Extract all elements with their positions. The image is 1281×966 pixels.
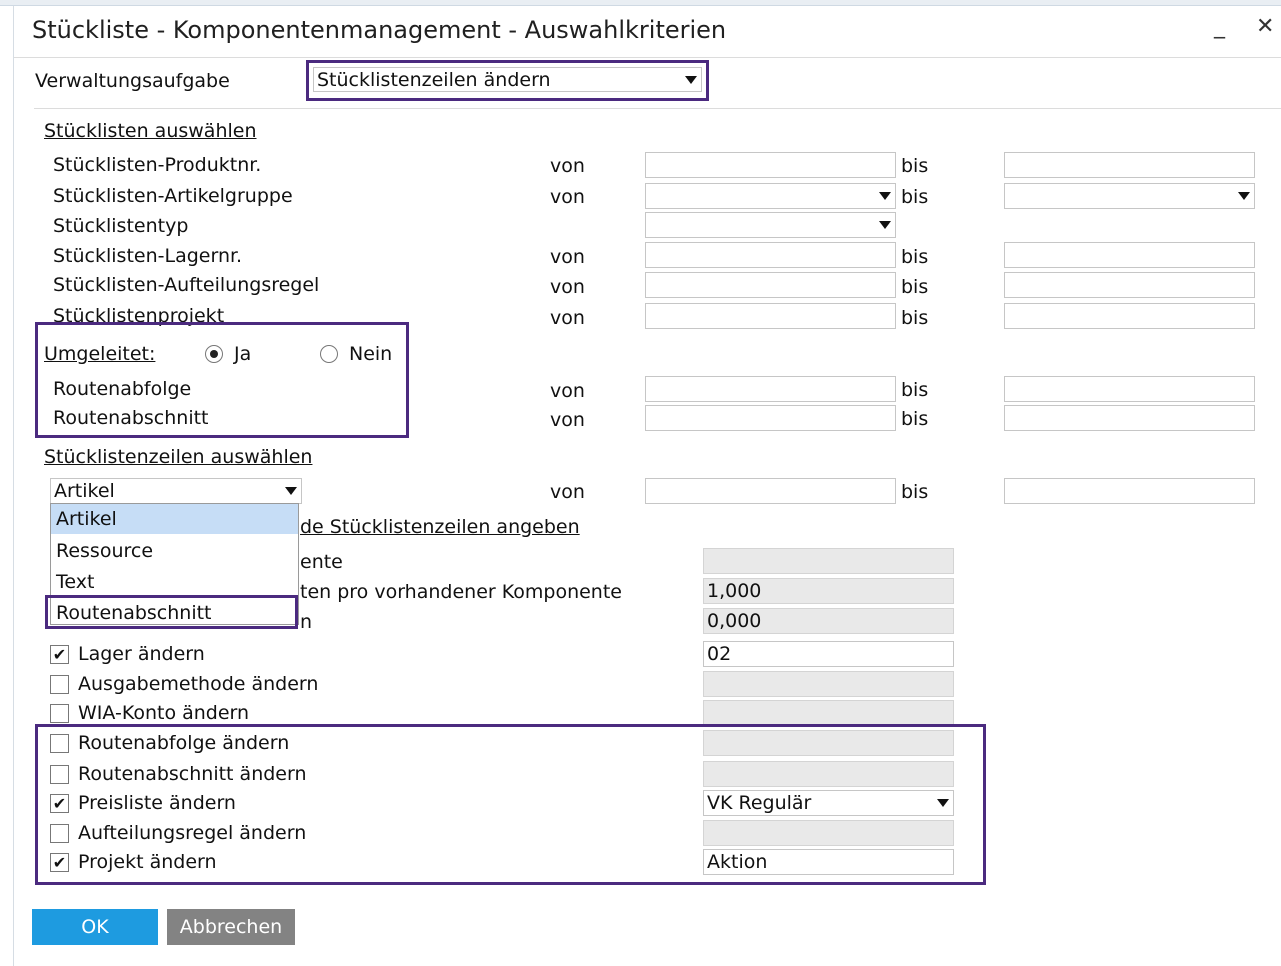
dropdown-option-ressource[interactable]: Ressource	[51, 536, 298, 566]
line-type-value: Artikel	[54, 480, 115, 502]
change-row2-label: ten pro vorhandener Komponente	[300, 581, 622, 603]
warehouse-change-label: Lager ändern	[78, 643, 205, 665]
chevron-down-icon	[1238, 192, 1250, 200]
bis-label: bis	[901, 408, 929, 430]
bom-type-label: Stücklistentyp	[53, 215, 189, 237]
bom-product-label: Stücklisten-Produktnr.	[53, 154, 262, 176]
ok-button[interactable]: OK	[32, 909, 158, 945]
window-title: Stückliste - Komponentenmanagement - Aus…	[32, 16, 727, 44]
von-label: von	[550, 246, 585, 268]
change-row3-input[interactable]: 0,000	[703, 608, 954, 634]
bom-project-from-input[interactable]	[645, 303, 896, 329]
bis-label: bis	[901, 379, 929, 401]
task-label: Verwaltungsaufgabe	[35, 70, 230, 92]
bom-distrule-to-input[interactable]	[1004, 272, 1255, 298]
bis-label: bis	[901, 307, 929, 329]
issue-method-label: Ausgabemethode ändern	[78, 673, 319, 695]
route-stage-to-input[interactable]	[1004, 405, 1255, 431]
wip-account-checkbox[interactable]	[50, 704, 69, 723]
von-label: von	[550, 276, 585, 298]
bom-product-from-input[interactable]	[645, 152, 896, 178]
issue-method-input[interactable]	[703, 671, 954, 697]
highlight-frame-routed	[35, 322, 409, 438]
bis-label: bis	[901, 155, 929, 177]
von-label: von	[550, 307, 585, 329]
chevron-down-icon	[879, 221, 891, 229]
bis-label: bis	[901, 481, 929, 503]
issue-method-checkbox[interactable]	[50, 675, 69, 694]
warehouse-value-input[interactable]: 02	[703, 641, 954, 667]
bom-project-to-input[interactable]	[1004, 303, 1255, 329]
bom-itemgroup-label: Stücklisten-Artikelgruppe	[53, 185, 293, 207]
bom-product-to-input[interactable]	[1004, 152, 1255, 178]
window-top-border	[0, 0, 1281, 6]
change-row3-label: n	[300, 611, 313, 633]
highlight-frame-changes	[35, 724, 986, 885]
change-row2-input[interactable]: 1,000	[703, 578, 954, 604]
highlight-frame-routenabschnitt	[45, 595, 298, 629]
route-stage-from-input[interactable]	[645, 405, 896, 431]
change-row1-label: ente	[300, 551, 343, 573]
chevron-down-icon	[879, 192, 891, 200]
dropdown-option-text[interactable]: Text	[51, 567, 298, 597]
bom-warehouse-from-input[interactable]	[645, 242, 896, 268]
line-from-input[interactable]	[645, 478, 896, 504]
von-label: von	[550, 409, 585, 431]
title-divider	[14, 57, 1281, 58]
section-bom-heading: Stücklisten auswählen	[44, 120, 257, 142]
bom-itemgroup-to-select[interactable]	[1004, 183, 1255, 209]
bis-label: bis	[901, 186, 929, 208]
bom-itemgroup-from-select[interactable]	[645, 183, 896, 209]
warehouse-checkbox[interactable]: ✔	[50, 645, 69, 664]
wip-account-label: WIA-Konto ändern	[78, 702, 250, 724]
section-changes-heading: de Stücklistenzeilen angeben	[300, 516, 580, 538]
von-label: von	[550, 155, 585, 177]
von-label: von	[550, 186, 585, 208]
von-label: von	[550, 380, 585, 402]
wip-account-input[interactable]	[703, 700, 954, 726]
highlight-frame-task	[306, 60, 709, 101]
von-label: von	[550, 481, 585, 503]
minimize-icon[interactable]: _	[1214, 14, 1225, 39]
section-lines-heading: Stücklistenzeilen auswählen	[44, 446, 313, 468]
dropdown-option-artikel[interactable]: Artikel	[51, 504, 298, 534]
route-sequence-from-input[interactable]	[645, 376, 896, 402]
bis-label: bis	[901, 246, 929, 268]
bis-label: bis	[901, 276, 929, 298]
bom-type-select[interactable]	[645, 212, 896, 238]
line-to-input[interactable]	[1004, 478, 1255, 504]
cancel-button[interactable]: Abbrechen	[167, 909, 295, 945]
bom-warehouse-to-input[interactable]	[1004, 242, 1255, 268]
bom-distrule-label: Stücklisten-Aufteilungsregel	[53, 274, 320, 296]
close-icon[interactable]: ✕	[1256, 14, 1274, 39]
route-sequence-to-input[interactable]	[1004, 376, 1255, 402]
bom-warehouse-label: Stücklisten-Lagernr.	[53, 245, 243, 267]
window-left-border	[13, 6, 14, 966]
change-row1-input[interactable]	[703, 548, 954, 574]
chevron-down-icon	[285, 487, 297, 495]
section-divider	[34, 108, 1281, 109]
line-type-select[interactable]: Artikel	[50, 478, 302, 504]
bom-distrule-from-input[interactable]	[645, 272, 896, 298]
